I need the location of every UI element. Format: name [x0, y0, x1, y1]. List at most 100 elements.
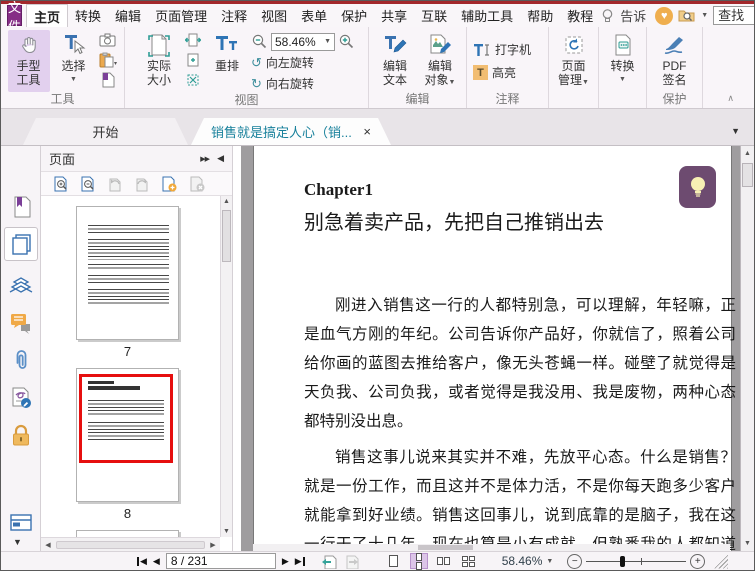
- tab-close-icon[interactable]: ×: [363, 124, 371, 139]
- status-zoom-dropdown-icon[interactable]: ▼: [546, 558, 553, 565]
- menu-tab-home[interactable]: 主页: [26, 4, 69, 27]
- pdf-sign-button[interactable]: PDF 签名: [654, 30, 696, 87]
- heart-icon[interactable]: ♥: [655, 6, 674, 25]
- document-horizontal-scrollbar[interactable]: [253, 544, 730, 551]
- rotate-page-left-icon[interactable]: [107, 176, 123, 192]
- zoom-out-icon[interactable]: [251, 33, 268, 50]
- previous-page-button[interactable]: ◀: [153, 556, 160, 567]
- ribbon-collapse-icon[interactable]: ∧: [727, 93, 734, 104]
- previous-view-button[interactable]: [321, 554, 337, 569]
- menu-tab-tutorial[interactable]: 教程: [560, 4, 600, 27]
- menu-tab-view[interactable]: 视图: [254, 4, 294, 27]
- zoom-in-icon[interactable]: [338, 33, 355, 50]
- rotate-page-right-icon[interactable]: [134, 176, 150, 192]
- rotate-right-button[interactable]: ↻ 向右旋转: [251, 74, 355, 93]
- next-page-button[interactable]: ▶: [282, 556, 289, 567]
- single-page-view-button[interactable]: [385, 553, 403, 569]
- tab-list-dropdown-icon[interactable]: ▼: [731, 126, 740, 136]
- thumbnail-vertical-scrollbar[interactable]: ▲ ▼: [220, 196, 232, 537]
- menu-tab-protect[interactable]: 保护: [334, 4, 374, 27]
- clipboard-paste-icon[interactable]: ▾: [98, 52, 118, 68]
- rotate-left-button[interactable]: ↺ 向左旋转: [251, 53, 355, 72]
- new-page-icon[interactable]: [161, 176, 178, 192]
- typewriter-button[interactable]: 打字机: [473, 40, 531, 59]
- pdf-page[interactable]: Chapter1 别急着卖产品，先把自己推销出去 刚进入销售这一行的人都特别急，…: [253, 146, 736, 570]
- thumbnail-page-9[interactable]: [76, 530, 179, 537]
- last-page-button[interactable]: ▶: [295, 556, 305, 567]
- thumb-scroll-right-icon[interactable]: ▶: [206, 541, 220, 549]
- zoom-out-button[interactable]: −: [567, 553, 583, 569]
- hand-tool-button[interactable]: 手型 工具: [7, 30, 50, 92]
- thumbnail-horizontal-scrollbar[interactable]: ◀ ▶: [41, 537, 220, 551]
- bookmarks-panel-button[interactable]: [4, 190, 38, 224]
- folder-search-dropdown-icon[interactable]: ▼: [701, 12, 708, 19]
- delete-page-icon[interactable]: [189, 176, 206, 192]
- next-view-button[interactable]: [343, 554, 359, 569]
- visible-region-indicator[interactable]: [79, 374, 173, 463]
- thumbnail-page-8[interactable]: [76, 368, 179, 502]
- attachments-panel-button[interactable]: [4, 344, 38, 378]
- page-management-button[interactable]: 页面 管理▼: [553, 30, 595, 90]
- menu-tab-comment[interactable]: 注释: [214, 4, 254, 27]
- strip-more-icon[interactable]: ▼: [13, 537, 22, 547]
- zoom-to-selection-icon[interactable]: [183, 72, 203, 88]
- menu-tab-help[interactable]: 帮助: [520, 4, 560, 27]
- thumb-scroll-down-icon[interactable]: ▼: [221, 528, 232, 535]
- thumb-hscroll-thumb[interactable]: [56, 540, 205, 549]
- layers-panel-button[interactable]: [4, 269, 38, 303]
- find-input[interactable]: [714, 7, 754, 24]
- file-menu-button[interactable]: 文件: [7, 1, 23, 34]
- thumb-scroll-left-icon[interactable]: ◀: [41, 541, 55, 549]
- assistant-lightbulb-button[interactable]: [679, 166, 716, 208]
- thumbnail-zoom-in-icon[interactable]: [53, 176, 69, 192]
- panel-expand-icon[interactable]: ▶▶: [200, 155, 210, 163]
- panel-collapse-icon[interactable]: ◀: [217, 153, 224, 164]
- doc-hscroll-thumb[interactable]: [418, 545, 473, 550]
- highlight-button[interactable]: T 高亮: [473, 63, 516, 82]
- menu-tab-accessibility[interactable]: 辅助工具: [454, 4, 520, 27]
- fit-page-icon[interactable]: [183, 52, 203, 68]
- destinations-panel-button[interactable]: [4, 506, 38, 540]
- zoom-in-button[interactable]: +: [690, 553, 706, 569]
- pages-panel-button[interactable]: [4, 227, 38, 261]
- doc-scroll-down-icon[interactable]: ▼: [741, 540, 754, 547]
- doc-scroll-thumb[interactable]: [742, 163, 753, 187]
- menu-tab-convert[interactable]: 转换: [68, 4, 108, 27]
- edit-text-button[interactable]: 编辑 文本: [374, 30, 416, 87]
- zoom-slider[interactable]: [586, 554, 687, 569]
- convert-button[interactable]: 转换 ▼: [602, 30, 644, 87]
- page-number-combo[interactable]: ▼: [165, 553, 337, 569]
- thumbnail-zoom-out-icon[interactable]: [80, 176, 96, 192]
- menu-tab-form[interactable]: 表单: [294, 4, 334, 27]
- comments-panel-button[interactable]: [4, 306, 38, 340]
- first-page-button[interactable]: ◀: [137, 556, 147, 567]
- select-tool-button[interactable]: 选择 ▼: [53, 30, 95, 87]
- menu-tab-edit[interactable]: 编辑: [108, 4, 148, 27]
- continuous-view-button[interactable]: [409, 552, 428, 570]
- tell-me-label[interactable]: 告诉: [620, 6, 650, 25]
- signatures-panel-button[interactable]: [4, 381, 38, 415]
- doc-scroll-up-icon[interactable]: ▲: [741, 150, 754, 157]
- tab-start[interactable]: 开始: [23, 118, 188, 145]
- menu-tab-organize[interactable]: 页面管理: [148, 4, 214, 27]
- reflow-button[interactable]: 重排: [206, 30, 248, 73]
- menu-tab-connect[interactable]: 互联: [414, 4, 454, 27]
- document-vertical-scrollbar[interactable]: ▲ ▼: [740, 146, 754, 551]
- status-zoom-value[interactable]: 58.46%: [502, 554, 543, 568]
- purple-page-icon[interactable]: [98, 72, 118, 88]
- actual-size-button[interactable]: 实际 大小: [138, 30, 180, 87]
- zoom-percent-combo[interactable]: 58.46% ▼: [271, 32, 335, 51]
- zoom-slider-thumb[interactable]: [620, 555, 626, 567]
- window-resize-grip[interactable]: [713, 553, 729, 569]
- menu-tab-share[interactable]: 共享: [374, 4, 414, 27]
- thumb-scroll-up-icon[interactable]: ▲: [221, 198, 232, 205]
- page-number-input[interactable]: [166, 554, 330, 568]
- facing-continuous-view-button[interactable]: [460, 553, 478, 569]
- thumb-scroll-thumb[interactable]: [222, 210, 231, 262]
- security-panel-button[interactable]: [4, 419, 38, 453]
- edit-object-button[interactable]: 编辑 对象▼: [419, 30, 461, 90]
- snapshot-camera-icon[interactable]: [98, 32, 118, 48]
- facing-view-button[interactable]: [435, 553, 453, 569]
- thumbnail-page-7[interactable]: [76, 206, 179, 340]
- tab-document[interactable]: 销售就是搞定人心（销... ×: [191, 118, 391, 145]
